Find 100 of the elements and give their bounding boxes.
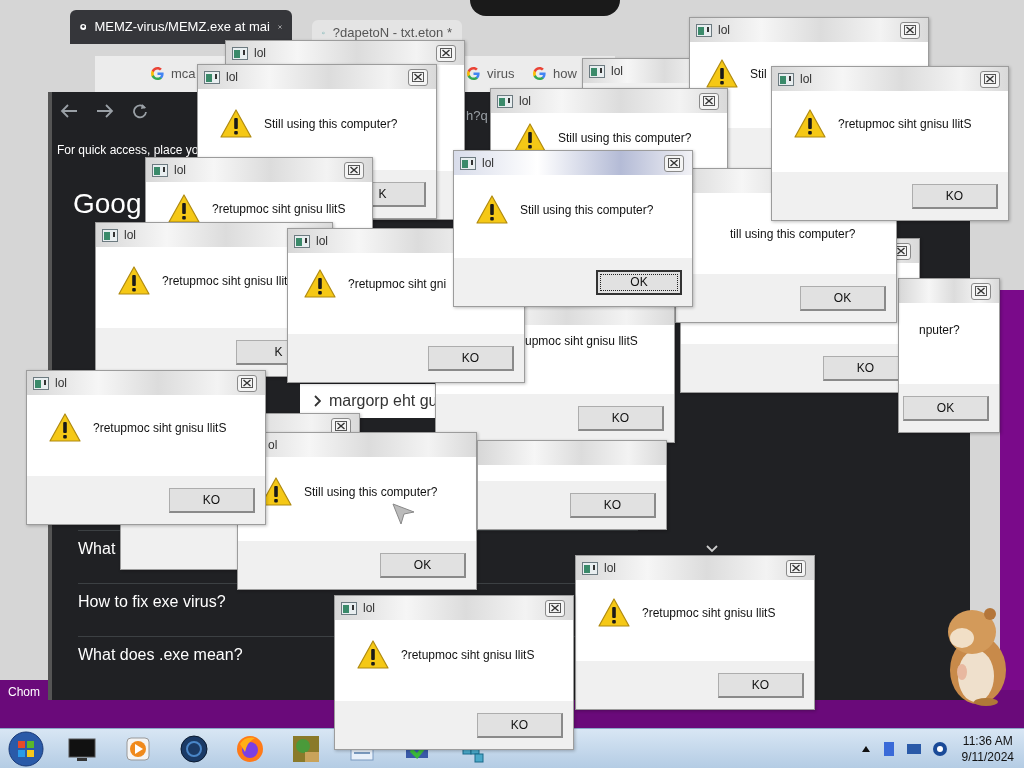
window-app-icon [582,561,598,575]
warning-icon [304,269,336,299]
close-button[interactable] [664,154,684,172]
window-label: Chom [8,684,40,701]
window-title: lol [124,229,136,241]
window-app-icon [696,23,712,37]
warning-icon [49,413,81,443]
display-icon[interactable] [905,741,922,756]
up-arrow-icon[interactable] [861,745,870,752]
reload-icon[interactable] [132,103,148,119]
close-icon [335,421,347,431]
game-icon[interactable] [291,733,321,764]
warning-icon [118,266,150,296]
close-button[interactable] [545,599,565,617]
window-app-icon [460,156,476,170]
dialog-button[interactable]: KO [912,183,998,209]
close-button[interactable] [980,70,1000,88]
tab-title: MEMZ-virus/MEMZ.exe at mai [94,18,270,37]
chevron-down-icon[interactable] [705,544,719,554]
warning-icon [220,109,252,139]
dialog-button[interactable]: KO [718,672,804,698]
start-button[interactable] [6,729,46,768]
speaker-icon[interactable] [931,740,948,757]
close-button[interactable] [237,374,257,392]
globe-icon[interactable] [179,733,209,764]
dialog-message: ?retupmoc siht gnisu llitS [401,647,535,664]
logo-text: Goog [73,190,142,218]
address-text: h?q [466,107,488,125]
tab-title[interactable]: mca [171,64,196,84]
window-app-icon [102,228,118,242]
window-app-icon [294,234,310,248]
dialog-button[interactable]: KO [570,492,656,518]
g-logo-icon [532,66,547,82]
close-button[interactable] [436,44,456,62]
dialog-message: Stil [750,66,767,83]
cursor-icon [392,503,416,525]
close-icon [904,25,916,35]
close-button[interactable] [344,161,364,179]
browser-icon[interactable] [235,733,265,764]
window-title: lol [316,235,328,247]
back-arrow-icon[interactable] [60,103,78,119]
dialog-message: ?retupmoc siht gnisu llitS [93,420,227,437]
chevron-right-icon [314,395,321,407]
window-app-icon [589,64,605,78]
warning-icon [476,195,508,225]
browser-tab[interactable]: MEMZ-virus/MEMZ.exe at mai [70,10,292,44]
window-app-icon [152,163,168,177]
dialog-button[interactable]: KO [169,487,255,513]
close-button[interactable] [786,559,806,577]
close-button[interactable] [408,68,428,86]
close-button[interactable] [900,21,920,39]
dialog-button[interactable]: OK [903,395,989,421]
close-icon [975,286,987,296]
window-app-icon [778,72,794,86]
window-title: lol [800,73,812,85]
window-app-icon [341,601,357,615]
warning-icon [794,109,826,139]
dialog-message: Still using this computer? [264,116,398,133]
close-button[interactable] [971,282,991,300]
window-title: lol [718,24,730,36]
close-icon [895,246,907,256]
window-app-icon [204,70,220,84]
dialog-message: till using this computer? [730,226,856,243]
close-icon [549,603,561,613]
window-app-icon [232,46,248,60]
dialog-button[interactable]: OK [800,285,886,311]
clock[interactable]: 11:36 AM 9/11/2024 [961,732,1024,765]
window-title: lol [174,164,186,176]
window-title: lol [611,65,623,77]
dialog-button[interactable]: OK [380,552,466,578]
close-icon [668,158,680,168]
window-title: lol [254,47,266,59]
window-title: lol [519,95,531,107]
close-icon [440,48,452,58]
close-icon [348,165,360,175]
dialog-message: Still using this computer? [558,130,692,147]
dialog-message: ?retupmoc siht gnisu llitS [642,605,776,622]
close-icon [984,74,996,84]
close-icon[interactable] [277,22,282,32]
tab-title[interactable]: virus [487,64,515,84]
close-button[interactable] [699,92,719,110]
window-title: lol [604,562,616,574]
window-app-icon [497,94,513,108]
network-icon[interactable] [881,740,896,757]
tab-title[interactable]: how [553,64,577,84]
forward-arrow-icon[interactable] [96,103,114,119]
dialog-message: ?retupmoc siht gnisu llitS [838,116,972,133]
window-title: ol [268,439,278,451]
dialog-button[interactable]: OK [596,269,682,295]
dialog-message: ?retupmoc siht gnisu llit [162,273,288,290]
dialog-button[interactable]: KO [477,712,563,738]
close-icon [790,563,802,573]
g-logo-icon [150,66,165,82]
window-title: lol [226,71,238,83]
close-icon [412,72,424,82]
dialog-message: Still using this computer? [520,202,654,219]
warning-icon [598,598,630,628]
dialog-button[interactable]: KO [578,405,664,431]
warning-icon [706,59,738,89]
dialog-button[interactable]: KO [428,345,514,371]
